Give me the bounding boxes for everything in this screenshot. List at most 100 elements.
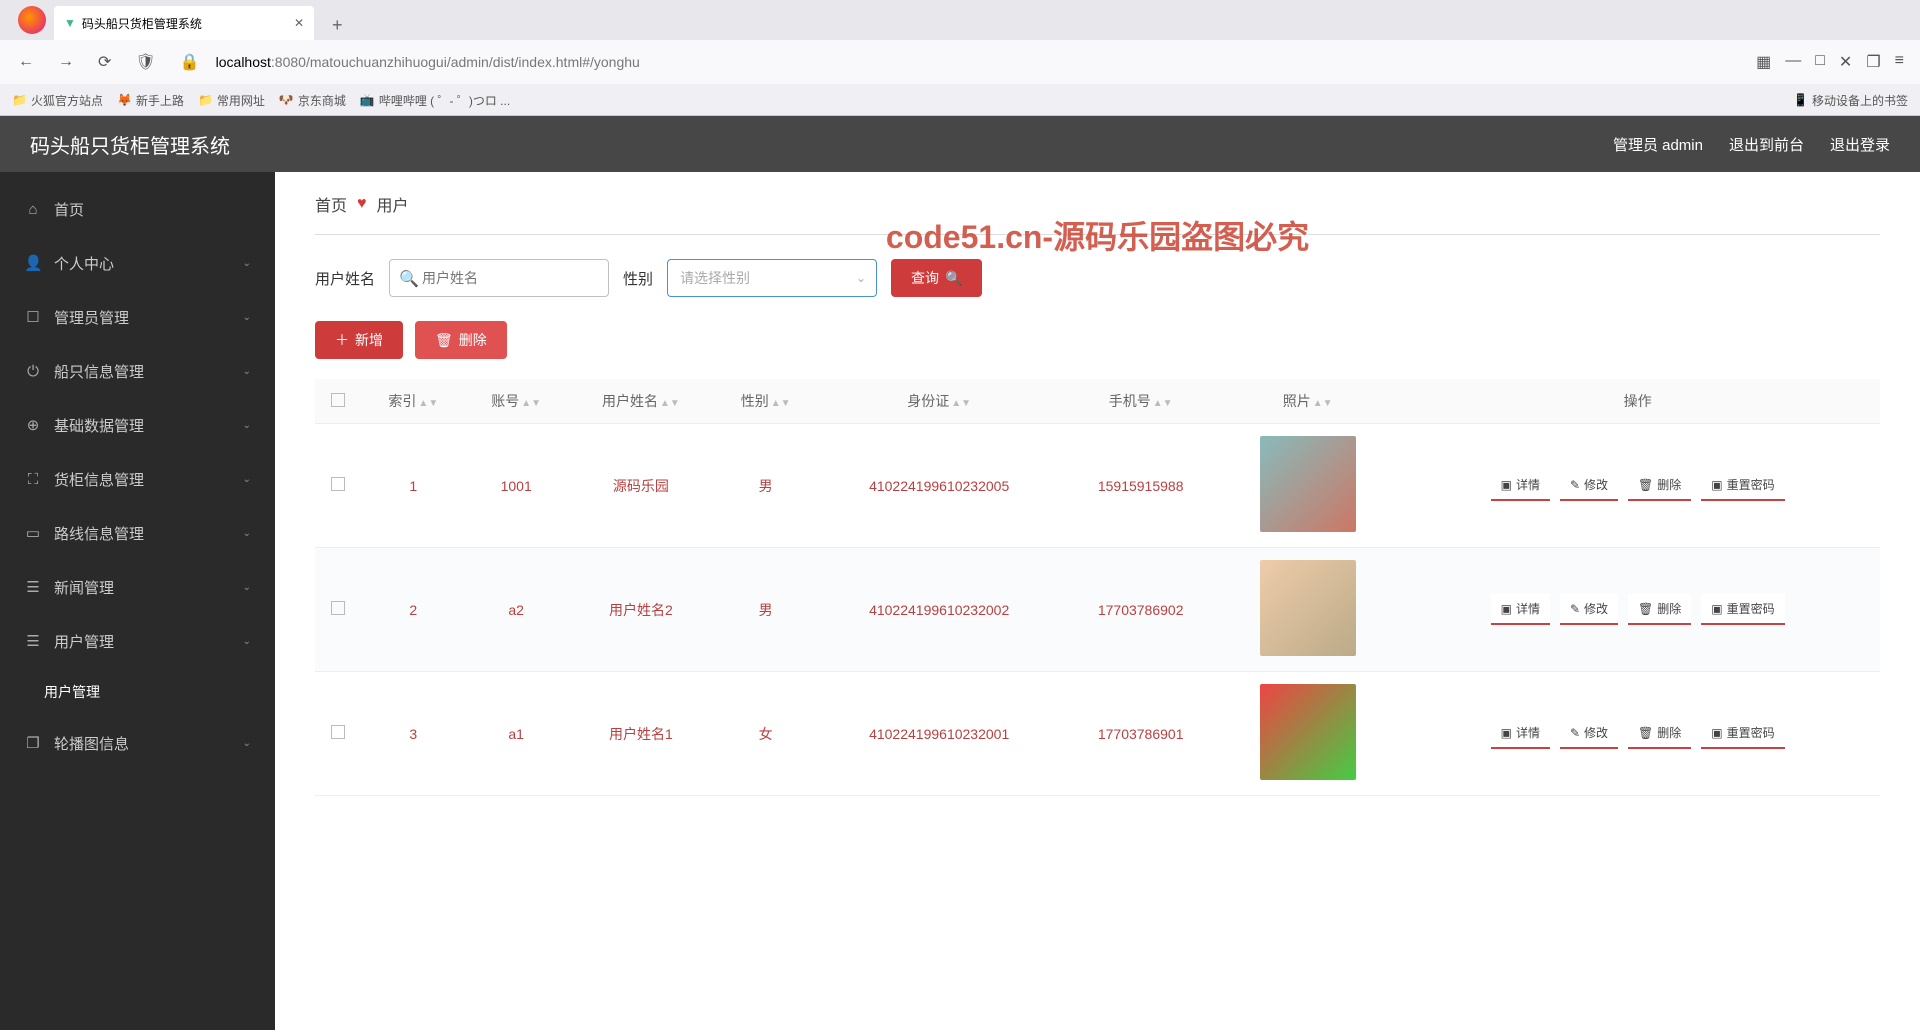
reset-icon: ▣ bbox=[1711, 478, 1722, 492]
table-header[interactable]: 用户姓名▲▼ bbox=[568, 379, 715, 424]
plus-icon: ＋ bbox=[335, 330, 349, 350]
add-button[interactable]: ＋ 新增 bbox=[315, 321, 403, 359]
edit-button[interactable]: ✎修改 bbox=[1560, 718, 1618, 749]
sidebar: ⌂首页👤个人中心⌄☐管理员管理⌄⏻船只信息管理⌄⊕基础数据管理⌄⛶货柜信息管理⌄… bbox=[0, 172, 275, 1030]
menu-icon: ☰ bbox=[24, 632, 42, 650]
logout-button[interactable]: 退出登录 bbox=[1830, 134, 1890, 155]
admin-label[interactable]: 管理员 admin bbox=[1613, 134, 1703, 155]
detail-button[interactable]: ▣详情 bbox=[1491, 594, 1550, 625]
back-button[interactable]: ← bbox=[10, 49, 42, 75]
minimize-icon[interactable]: ― bbox=[1785, 52, 1801, 72]
tab-close-icon[interactable]: ✕ bbox=[294, 16, 304, 30]
detail-button[interactable]: ▣详情 bbox=[1491, 718, 1550, 749]
browser-tab[interactable]: ▼ 码头船只货柜管理系统 ✕ bbox=[54, 6, 314, 40]
bookmark-item[interactable]: 📁 常用网址 bbox=[198, 92, 265, 109]
row-delete-button[interactable]: 🗑删除 bbox=[1628, 718, 1691, 749]
reset-password-button[interactable]: ▣重置密码 bbox=[1701, 594, 1784, 625]
chevron-down-icon: ⌄ bbox=[243, 366, 251, 377]
reset-password-button[interactable]: ▣重置密码 bbox=[1701, 470, 1784, 501]
table-row: 2 a2 用户姓名2 男 410224199610232002 17703786… bbox=[315, 548, 1880, 672]
name-input[interactable] bbox=[389, 259, 609, 297]
shield-icon[interactable]: 🛡 bbox=[127, 48, 163, 76]
menu-icon[interactable]: ≡ bbox=[1895, 52, 1904, 72]
table-row: 3 a1 用户姓名1 女 410224199610232001 17703786… bbox=[315, 672, 1880, 796]
delete-button[interactable]: 🗑 删除 bbox=[415, 321, 507, 359]
row-delete-button[interactable]: 🗑删除 bbox=[1628, 594, 1691, 625]
user-photo bbox=[1260, 684, 1356, 780]
cell-gender: 女 bbox=[714, 672, 817, 796]
gender-select[interactable]: 请选择性别 ⌄ bbox=[667, 259, 877, 297]
cell-account: 1001 bbox=[465, 424, 568, 548]
qr-icon[interactable]: ▦ bbox=[1756, 52, 1771, 72]
sidebar-item-2[interactable]: ☐管理员管理⌄ bbox=[0, 290, 275, 344]
trash-icon: 🗑 bbox=[435, 332, 453, 349]
menu-icon: ▭ bbox=[24, 524, 42, 542]
table-header[interactable]: 账号▲▼ bbox=[465, 379, 568, 424]
sidebar-item-5[interactable]: ⛶货柜信息管理⌄ bbox=[0, 452, 275, 506]
search-icon: 🔍 bbox=[945, 270, 962, 287]
bookmark-item[interactable]: 📁 火狐官方站点 bbox=[12, 92, 103, 109]
search-button[interactable]: 查询 🔍 bbox=[891, 259, 982, 297]
user-photo bbox=[1260, 560, 1356, 656]
sidebar-item-8[interactable]: ☰用户管理⌄ bbox=[0, 614, 275, 668]
edit-button[interactable]: ✎修改 bbox=[1560, 470, 1618, 501]
cell-gender: 男 bbox=[714, 548, 817, 672]
sort-icon: ▲▼ bbox=[418, 398, 438, 409]
sidebar-item-9[interactable]: ❐轮播图信息⌄ bbox=[0, 716, 275, 770]
cell-name: 用户姓名2 bbox=[568, 548, 715, 672]
table-header[interactable]: 性别▲▼ bbox=[714, 379, 817, 424]
edit-button[interactable]: ✎修改 bbox=[1560, 594, 1618, 625]
search-icon: 🔍 bbox=[399, 269, 419, 289]
url-host: localhost bbox=[216, 54, 271, 70]
sort-icon: ▲▼ bbox=[1313, 398, 1333, 409]
url-field[interactable]: localhost:8080/matouchuanzhihuogui/admin… bbox=[216, 54, 1748, 70]
browser-chrome: ▼ 码头船只货柜管理系统 ✕ + ← → ⟳ 🛡 🔒 localhost:808… bbox=[0, 0, 1920, 116]
table-header[interactable]: 照片▲▼ bbox=[1220, 379, 1395, 424]
table-row: 1 1001 源码乐园 男 410224199610232005 1591591… bbox=[315, 424, 1880, 548]
sidebar-subitem[interactable]: 用户管理 bbox=[0, 668, 275, 716]
sidebar-item-4[interactable]: ⊕基础数据管理⌄ bbox=[0, 398, 275, 452]
menu-icon: ☐ bbox=[24, 308, 42, 326]
row-checkbox[interactable] bbox=[331, 725, 345, 739]
bookmark-item[interactable]: 📺 哔哩哔哩 ( ゜- ゜)つロ ... bbox=[360, 92, 510, 109]
forward-button[interactable]: → bbox=[50, 49, 82, 75]
url-path: :8080/matouchuanzhihuogui/admin/dist/ind… bbox=[271, 54, 640, 70]
sort-icon: ▲▼ bbox=[660, 398, 680, 409]
sidebar-item-3[interactable]: ⏻船只信息管理⌄ bbox=[0, 344, 275, 398]
breadcrumb-home[interactable]: 首页 bbox=[315, 192, 347, 216]
breadcrumb: 首页 ♥ 用户 bbox=[315, 192, 1880, 235]
app-title: 码头船只货柜管理系统 bbox=[30, 130, 230, 159]
detail-button[interactable]: ▣详情 bbox=[1491, 470, 1550, 501]
bookmark-item[interactable]: 🐶 京东商城 bbox=[279, 92, 346, 109]
mobile-bookmarks[interactable]: 📱 移动设备上的书签 bbox=[1793, 92, 1908, 109]
tab-add-button[interactable]: + bbox=[324, 11, 351, 40]
breadcrumb-current: 用户 bbox=[377, 192, 409, 216]
chevron-down-icon: ⌄ bbox=[856, 271, 866, 285]
extension-icon[interactable]: ❐ bbox=[1866, 52, 1880, 72]
checkbox-all[interactable] bbox=[331, 393, 345, 407]
bookmark-bar: 📁 火狐官方站点 🦊 新手上路 📁 常用网址 🐶 京东商城 📺 哔哩哔哩 ( ゜… bbox=[0, 84, 1920, 116]
table-header[interactable]: 索引▲▼ bbox=[362, 379, 465, 424]
chevron-down-icon: ⌄ bbox=[243, 258, 251, 269]
row-checkbox[interactable] bbox=[331, 601, 345, 615]
detail-icon: ▣ bbox=[1501, 602, 1512, 616]
close-window-icon[interactable]: ✕ bbox=[1839, 52, 1852, 72]
maximize-icon[interactable]: □ bbox=[1815, 52, 1825, 72]
chevron-down-icon: ⌄ bbox=[243, 738, 251, 749]
sidebar-item-6[interactable]: ▭路线信息管理⌄ bbox=[0, 506, 275, 560]
row-delete-button[interactable]: 🗑删除 bbox=[1628, 470, 1691, 501]
reset-password-button[interactable]: ▣重置密码 bbox=[1701, 718, 1784, 749]
to-front-button[interactable]: 退出到前台 bbox=[1729, 134, 1804, 155]
table-header[interactable]: 身份证▲▼ bbox=[817, 379, 1061, 424]
row-checkbox[interactable] bbox=[331, 477, 345, 491]
sidebar-item-7[interactable]: ☰新闻管理⌄ bbox=[0, 560, 275, 614]
table-header[interactable]: 手机号▲▼ bbox=[1061, 379, 1220, 424]
sidebar-item-1[interactable]: 👤个人中心⌄ bbox=[0, 236, 275, 290]
bookmark-item[interactable]: 🦊 新手上路 bbox=[117, 92, 184, 109]
detail-icon: ▣ bbox=[1501, 726, 1512, 740]
edit-icon: ✎ bbox=[1570, 602, 1580, 616]
firefox-logo-icon bbox=[18, 6, 46, 34]
vue-icon: ▼ bbox=[64, 16, 76, 30]
sidebar-item-0[interactable]: ⌂首页 bbox=[0, 182, 275, 236]
reload-button[interactable]: ⟳ bbox=[90, 48, 119, 76]
